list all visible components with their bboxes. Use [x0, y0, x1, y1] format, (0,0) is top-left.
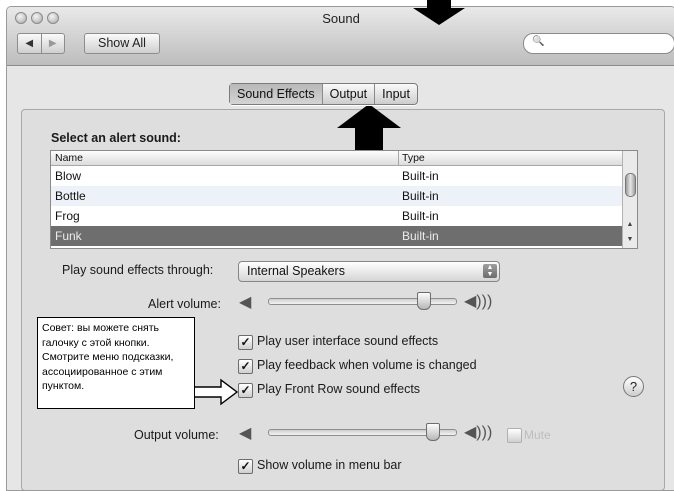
help-button[interactable]: ? [623, 376, 644, 397]
tab-sound-effects[interactable]: Sound Effects [230, 84, 322, 104]
search-icon: 🔍 [532, 36, 545, 47]
tab-output[interactable]: Output [321, 84, 375, 104]
output-device-popup[interactable]: Internal Speakers ▲ ▼ [238, 261, 500, 282]
table-row[interactable]: Bottle Built-in [51, 186, 637, 206]
forward-button[interactable]: ▶ [40, 34, 65, 53]
sound-name: Funk [55, 229, 82, 243]
sound-type: Built-in [402, 169, 439, 183]
sound-name: Frog [55, 209, 80, 223]
show-volume-menu-bar-label: Show volume in menu bar [257, 458, 402, 472]
window-title: Sound [322, 11, 360, 26]
sound-type: Built-in [402, 209, 439, 223]
play-through-label: Play sound effects through: [62, 263, 214, 277]
table-row[interactable]: Blow Built-in [51, 166, 637, 186]
output-device-value: Internal Speakers [247, 264, 345, 278]
right-arrow-annotation-icon [193, 378, 239, 406]
ui-sound-effects-checkbox[interactable]: ✓ [238, 335, 253, 350]
scroll-arrows[interactable]: ▲ ▼ [623, 217, 637, 247]
table-header: Name Type [51, 151, 637, 166]
sound-name: Bottle [55, 189, 86, 203]
table-row-selected[interactable]: Funk Built-in [51, 226, 637, 246]
title-bar: Sound ◀ ▶ Show All 🔍 [7, 7, 674, 66]
scrollbar-thumb[interactable] [625, 173, 636, 197]
search-field[interactable]: 🔍 [523, 33, 674, 54]
speaker-low-icon: ◀ [239, 425, 252, 442]
table-row[interactable]: Frog Built-in [51, 206, 637, 226]
front-row-effects-checkbox[interactable]: ✓ [238, 383, 253, 398]
tab-bar: Sound Effects Output Input [229, 83, 418, 105]
speaker-high-icon: ◀))) [464, 293, 493, 310]
back-arrow-icon: ◀ [25, 38, 34, 49]
alert-volume-label: Alert volume: [148, 297, 221, 311]
sound-type: Built-in [402, 229, 439, 243]
navigation-buttons: ◀ ▶ [17, 33, 65, 54]
sound-type: Built-in [402, 189, 439, 203]
volume-feedback-checkbox[interactable]: ✓ [238, 359, 253, 374]
front-row-effects-label: Play Front Row sound effects [257, 382, 421, 396]
output-volume-slider-knob[interactable] [425, 423, 440, 441]
popup-arrows-icon: ▲ ▼ [483, 264, 497, 278]
column-header-type[interactable]: Type [402, 151, 425, 165]
alert-sound-list[interactable]: Name Type Blow Built-in Bottle Built-in … [50, 150, 638, 249]
vertical-scrollbar[interactable]: ▲ ▼ [622, 151, 637, 248]
volume-feedback-label: Play feedback when volume is changed [257, 358, 477, 372]
show-volume-menu-bar-checkbox[interactable]: ✓ [238, 459, 253, 474]
forward-arrow-icon: ▶ [48, 38, 57, 49]
column-header-name[interactable]: Name [55, 151, 83, 165]
tab-input[interactable]: Input [374, 84, 417, 104]
mute-checkbox[interactable] [507, 428, 522, 443]
back-button[interactable]: ◀ [18, 34, 41, 53]
output-volume-label: Output volume: [134, 428, 219, 442]
tip-callout: Совет: вы можете снять галочку с этой кн… [37, 317, 195, 409]
column-divider [398, 151, 399, 165]
alert-volume-slider-knob[interactable] [416, 292, 431, 310]
mute-label: Mute [524, 428, 551, 442]
down-arrow-annotation-icon [413, 0, 465, 25]
speaker-low-icon: ◀ [239, 294, 252, 311]
speaker-high-icon: ◀))) [464, 424, 493, 441]
alert-sound-heading: Select an alert sound: [51, 131, 181, 145]
show-all-button[interactable]: Show All [84, 33, 160, 54]
sound-name: Blow [55, 169, 82, 183]
ui-sound-effects-label: Play user interface sound effects [257, 334, 439, 348]
